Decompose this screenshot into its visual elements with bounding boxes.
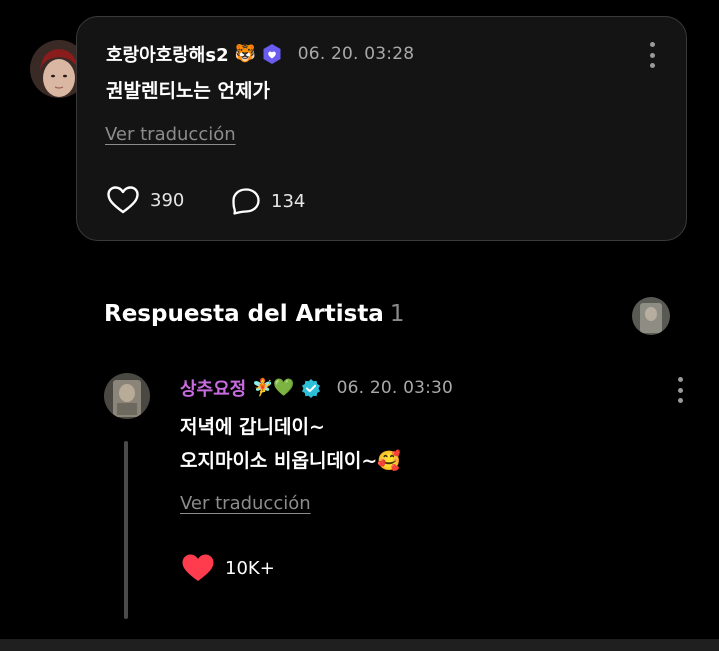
fairy-heart-emoji-icon: 🧚💚 [252, 378, 295, 398]
like-count: 390 [150, 189, 185, 211]
like-button[interactable]: 390 [106, 185, 184, 215]
reply-username[interactable]: 상추요정 [180, 375, 246, 401]
section-title-text: Respuesta del Artista [104, 301, 384, 327]
reply-like-count: 10K+ [225, 557, 275, 579]
post-text: 권발렌티노는 언제가 [106, 80, 270, 102]
more-options-icon[interactable] [649, 42, 655, 68]
section-reply-count: 1 [389, 301, 405, 327]
reply-header: 상추요정 🧚💚 06. 20. 03:30 [180, 375, 453, 401]
comment-bubble-icon [232, 188, 260, 215]
post-username[interactable]: 호랑아호랑해s2 [106, 41, 229, 67]
post-timestamp: 06. 20. 03:28 [297, 44, 415, 64]
fan-badge-icon [262, 43, 282, 65]
reply-text-line-1: 저녁에 갑니데이~ [180, 416, 325, 438]
translate-link[interactable]: Ver traducción [105, 124, 236, 145]
post-card: 호랑아호랑해s2 🐯 06. 20. 03:28 권발렌티노는 언제가 Ver … [76, 16, 687, 241]
artist-avatar-small[interactable] [632, 297, 670, 335]
reply-text-line-2: 오지마이소 비옵니데이~🥰 [180, 450, 401, 472]
reply-more-options-icon[interactable] [677, 377, 683, 403]
verified-badge-icon [301, 378, 321, 398]
comment-button[interactable]: 134 [231, 187, 305, 215]
post-header: 호랑아호랑해s2 🐯 06. 20. 03:28 [106, 41, 414, 67]
artist-reply-section-title: Respuesta del Artista 1 [104, 301, 404, 327]
bottom-bar [0, 639, 719, 651]
reply-translate-link[interactable]: Ver traducción [180, 493, 311, 514]
tiger-emoji-icon: 🐯 [234, 44, 256, 64]
heart-outline-icon [107, 186, 139, 214]
heart-filled-icon [182, 554, 214, 581]
reply-thread-line [124, 441, 128, 619]
artist-avatar[interactable] [104, 373, 150, 419]
comment-count: 134 [271, 190, 306, 212]
reply-timestamp: 06. 20. 03:30 [336, 378, 454, 398]
reply-like-button[interactable]: 10K+ [181, 553, 275, 583]
